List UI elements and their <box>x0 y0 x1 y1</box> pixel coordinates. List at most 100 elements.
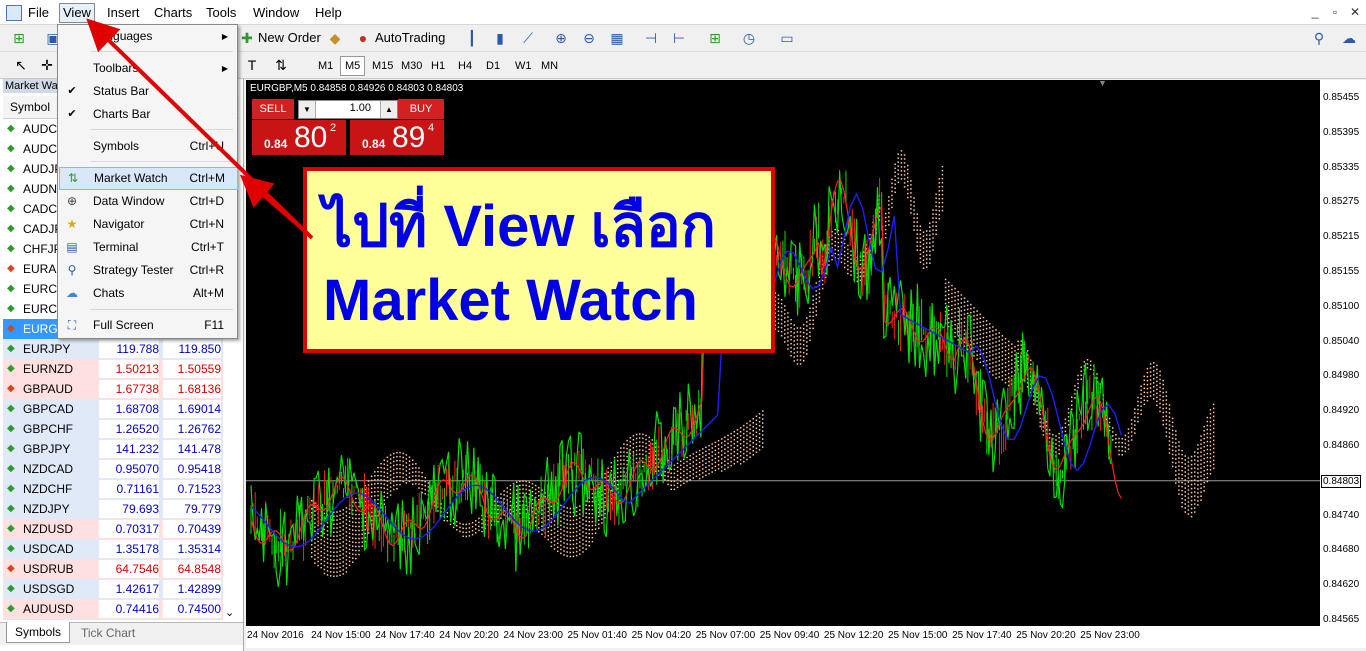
column-symbol[interactable]: Symbol <box>10 100 50 114</box>
indicators-icon[interactable]: ⊞ <box>706 29 724 47</box>
cursor-icon[interactable]: ↖ <box>12 56 30 74</box>
ichimoku-cloud-dot <box>698 473 701 476</box>
ichimoku-cloud-dot <box>1193 503 1196 505</box>
autotrading-button[interactable]: AutoTrading <box>375 30 445 45</box>
periods-icon[interactable]: ◷ <box>740 29 758 47</box>
market-watch-row[interactable]: ◆ USDSGD 1.42617 1.42899 <box>3 579 223 600</box>
market-watch-row[interactable]: ◆ EURJPY 119.788 119.850 <box>3 339 223 360</box>
minimize-icon[interactable]: _ <box>1308 6 1322 18</box>
market-watch-row[interactable]: ◆ USDCAD 1.35178 1.35314 <box>3 539 223 560</box>
timeframe-d1[interactable]: D1 <box>481 56 505 76</box>
price-down-icon: ◆ <box>7 263 15 274</box>
menu-item-strategy-tester[interactable]: ⚲ Strategy Tester Ctrl+R <box>59 260 236 281</box>
lot-input[interactable]: 1.00 <box>321 102 371 114</box>
buy-price-box[interactable]: 0.84 89 4 <box>350 120 444 155</box>
tile-windows-icon[interactable]: ▦ <box>608 29 626 47</box>
templates-icon[interactable]: ▭ <box>778 29 796 47</box>
menu-file[interactable]: File <box>28 4 49 22</box>
timeframe-m15[interactable]: M15 <box>367 56 398 76</box>
autotrading-icon[interactable]: ● <box>354 29 372 47</box>
menu-tools[interactable]: Tools <box>206 4 236 22</box>
market-watch-row[interactable]: ◆ NZDCHF 0.71161 0.71523 <box>3 479 223 500</box>
bar-chart-icon[interactable]: ┃ <box>463 29 481 47</box>
close-icon[interactable]: ✕ <box>1348 6 1362 18</box>
timeframe-mn[interactable]: MN <box>536 56 563 76</box>
text-tool-icon[interactable]: T <box>243 56 261 74</box>
menu-charts[interactable]: Charts <box>154 4 192 22</box>
menu-item-data-window[interactable]: ⊕ Data Window Ctrl+D <box>59 191 236 212</box>
market-watch-row[interactable]: ◆ GBPCHF 1.26520 1.26762 <box>3 419 223 440</box>
ichimoku-cloud-dot <box>604 472 606 475</box>
arrows-tool-icon[interactable]: ⇅ <box>272 56 290 74</box>
ichimoku-cloud-dot <box>686 472 688 475</box>
search-icon[interactable]: ⚲ <box>1310 29 1328 47</box>
lot-increase-icon[interactable]: ▲ <box>380 101 397 118</box>
ichimoku-cloud-dot <box>1206 476 1209 479</box>
sell-button[interactable]: SELL <box>252 99 294 119</box>
crosshair-tool-icon[interactable]: ✛ <box>38 56 56 74</box>
menu-help[interactable]: Help <box>315 4 342 22</box>
market-watch-row[interactable]: ◆ NZDUSD 0.70317 0.70439 <box>3 519 223 540</box>
scroll-down-icon[interactable]: ⌄ <box>225 606 234 619</box>
ichimoku-cloud-dot <box>903 166 906 168</box>
new-chart-icon[interactable]: ⊞ <box>10 29 28 47</box>
timeframe-m1[interactable]: M1 <box>313 56 338 76</box>
lot-decrease-icon[interactable]: ▼ <box>299 101 316 118</box>
ichimoku-cloud-dot <box>683 470 685 473</box>
menu-item-toolbars[interactable]: Toolbars ▶ <box>59 58 236 79</box>
ichimoku-cloud-dot <box>739 439 742 441</box>
market-watch-row[interactable]: ◆ AUDUSD 0.74416 0.74500 <box>3 599 223 620</box>
market-watch-row[interactable]: ◆ GBPAUD 1.67738 1.68136 <box>3 379 223 400</box>
timeframe-m5[interactable]: M5 <box>340 56 366 76</box>
timeframe-m30[interactable]: M30 <box>396 56 427 76</box>
market-watch-row[interactable]: ◆ NZDJPY 79.693 79.779 <box>3 499 223 520</box>
market-watch-row[interactable]: ◆ NZDCAD 0.95070 0.95418 <box>3 459 223 480</box>
menu-item-charts-bar[interactable]: ✔ Charts Bar <box>59 104 236 125</box>
ichimoku-cloud-dot <box>1193 455 1196 457</box>
ichimoku-cloud-dot <box>563 550 565 552</box>
autoscroll-icon[interactable]: ⊢ <box>670 29 688 47</box>
ichimoku-cloud-dot <box>396 471 398 474</box>
menu-item-full-screen[interactable]: ⛶ Full Screen F11 <box>59 315 236 336</box>
ichimoku-cloud-dot <box>392 476 395 479</box>
market-watch-row[interactable]: ◆ GBPCAD 1.68708 1.69014 <box>3 399 223 420</box>
candle-chart-icon[interactable]: ▮ <box>491 29 509 47</box>
buy-button[interactable]: BUY <box>398 99 444 119</box>
menu-view[interactable]: View <box>59 3 95 23</box>
tab-tick-chart[interactable]: Tick Chart <box>81 626 135 640</box>
market-watch-row[interactable]: ◆ GBPJPY 141.232 141.478 <box>3 439 223 460</box>
chat-bubble-icon[interactable]: ☁ <box>1340 29 1358 47</box>
new-order-icon[interactable]: ✚ <box>238 29 256 47</box>
chart-area[interactable]: EURGBP,M5 0.84858 0.84926 0.84803 0.8480… <box>246 78 1320 626</box>
market-watch-row[interactable]: ◆ EURNZD 1.50213 1.50559 <box>3 359 223 380</box>
timeframe-w1[interactable]: W1 <box>510 56 537 76</box>
metaeditor-icon[interactable]: ◆ <box>326 29 344 47</box>
tab-symbols[interactable]: Symbols <box>6 622 71 643</box>
menu-item-terminal[interactable]: ▤ Terminal Ctrl+T <box>59 237 236 258</box>
restore-icon[interactable]: ▫ <box>1328 6 1342 18</box>
zoom-in-icon[interactable]: ⊕ <box>552 29 570 47</box>
zoom-out-icon[interactable]: ⊖ <box>580 29 598 47</box>
ichimoku-cloud-dot <box>339 514 341 517</box>
line-chart-icon[interactable]: ⟋ <box>519 29 537 47</box>
menu-item-navigator[interactable]: ★ Navigator Ctrl+N <box>59 214 236 235</box>
ichimoku-cloud-dot <box>903 178 906 180</box>
menu-item-chats[interactable]: ☁ Chats Alt+M <box>59 283 236 304</box>
menu-item-languages[interactable]: Languages ▶ <box>59 26 236 47</box>
sell-price-box[interactable]: 0.84 80 2 <box>252 120 346 155</box>
timeframe-h1[interactable]: H1 <box>426 56 450 76</box>
ichimoku-cloud-dot <box>1036 404 1038 406</box>
ichimoku-cloud-dot <box>1055 443 1057 445</box>
market-watch-row[interactable]: ◆ USDRUB 64.7546 64.8548 <box>3 559 223 580</box>
menu-item-symbols[interactable]: Symbols Ctrl+U <box>59 136 236 157</box>
menu-insert[interactable]: Insert <box>107 4 140 22</box>
menu-window[interactable]: Window <box>253 4 299 22</box>
chart-shift-icon[interactable]: ⊣ <box>642 29 660 47</box>
ichimoku-cloud-dot <box>938 210 941 212</box>
timeframe-h4[interactable]: H4 <box>453 56 477 76</box>
ichimoku-cloud-dot <box>743 432 745 435</box>
ichimoku-cloud-dot <box>509 500 512 503</box>
new-order-button[interactable]: New Order <box>258 30 321 45</box>
menu-item-status-bar[interactable]: ✔ Status Bar <box>59 81 236 102</box>
menu-item-market-watch[interactable]: ⇅ Market Watch Ctrl+M <box>59 167 238 190</box>
